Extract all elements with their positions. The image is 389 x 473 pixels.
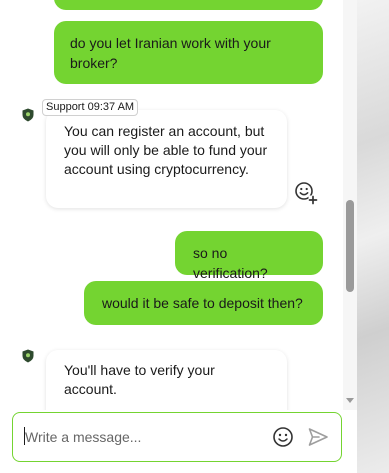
support-message-bubble: You can register an account, but you wil… xyxy=(46,110,287,208)
previous-message-bubble xyxy=(54,0,323,10)
message-meta: Support 09:37 AM xyxy=(42,99,139,116)
message-author: Support xyxy=(46,101,85,113)
message-input[interactable] xyxy=(25,427,265,447)
support-message-text: You'll have to verify your account. xyxy=(64,362,215,397)
shield-avatar-icon xyxy=(22,349,34,363)
add-reaction-icon[interactable] xyxy=(294,181,318,205)
scroll-down-arrow-icon[interactable] xyxy=(346,398,354,403)
support-message-bubble: You'll have to verify your account. xyxy=(46,350,287,410)
page-background xyxy=(357,0,389,473)
send-icon[interactable] xyxy=(307,426,329,448)
user-message-text: so no verification? xyxy=(193,245,268,281)
message-timestamp: 09:37 AM xyxy=(87,101,135,113)
user-message-bubble: so no verification? xyxy=(175,231,323,281)
user-message-text: would it be safe to deposit then? xyxy=(102,295,303,311)
message-composer xyxy=(12,412,342,462)
chat-message-list[interactable]: do you let Iranian work with your broker… xyxy=(0,0,343,410)
scrollbar-thumb[interactable] xyxy=(346,200,354,292)
support-message-text: You can register an account, but you wil… xyxy=(64,123,268,177)
user-message-bubble: would it be safe to deposit then? xyxy=(84,281,323,325)
shield-avatar-icon xyxy=(22,108,34,122)
user-message-text: do you let Iranian work with your broker… xyxy=(70,35,271,71)
user-message-bubble: do you let Iranian work with your broker… xyxy=(54,21,323,84)
emoji-icon[interactable] xyxy=(272,426,294,448)
